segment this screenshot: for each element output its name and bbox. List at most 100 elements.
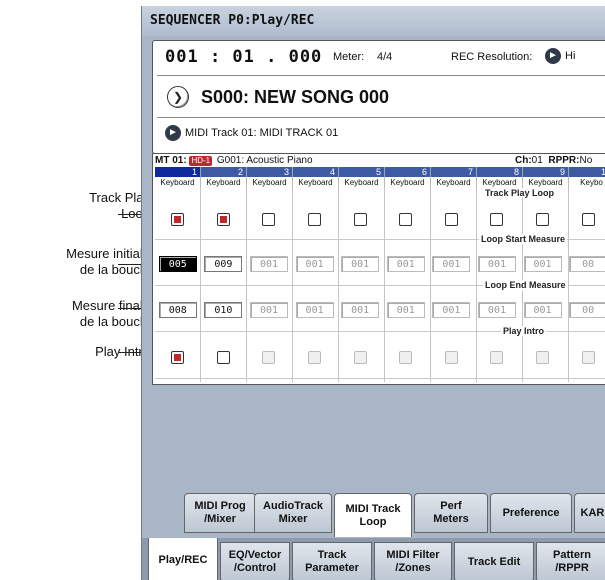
column-number[interactable]: 6 [385,167,431,177]
column-number[interactable]: 7 [431,167,477,177]
loop-start-measure-field[interactable]: 005 [158,256,197,272]
grid-cell: 008 [155,297,201,323]
track-play-loop-checkbox[interactable] [308,212,322,226]
grid-cell: 001 [429,297,475,323]
grid-cell: 001 [520,297,566,323]
rec-resolution-select[interactable]: ► Hi [545,48,575,64]
column-number[interactable]: 10 [569,167,605,177]
main-tab-bar: Play/REC EQ/Vector /Control Track Paramete… [142,538,605,580]
play-intro-checkbox[interactable] [171,350,185,364]
loop-start-measure-field[interactable]: 001 [295,256,334,272]
column-number[interactable]: 9 [523,167,569,177]
loop-start-measure-field[interactable]: 00 [569,256,605,272]
column-program: Keyboard [523,177,569,188]
grid-cell [337,344,383,370]
track-play-loop-checkbox[interactable] [444,212,458,226]
loop-end-measure-field[interactable]: 001 [432,302,471,318]
divider [155,378,605,379]
grid-cell [155,206,201,232]
song-position[interactable]: 001 : 01 . 000 [165,47,322,67]
track-play-loop-checkbox[interactable] [399,212,413,226]
callout-loop-end-measure: Mesure finale de la boucle [71,298,150,329]
track-play-loop-checkbox[interactable] [353,212,367,226]
track-play-loop-checkbox[interactable] [216,212,230,226]
tab-audio-track-mixer[interactable]: AudioTrack Mixer [254,493,332,533]
track-play-loop-row [155,206,605,232]
tab-track-edit[interactable]: Track Edit [454,542,534,580]
column-number[interactable]: 4 [293,167,339,177]
tab-midi-prog-mixer[interactable]: MIDI Prog /Mixer [184,493,256,533]
rec-resolution-value: Hi [565,50,576,62]
grid-cell [292,206,338,232]
tab-pattern-rppr[interactable]: Pattern /RPPR [536,542,605,580]
track-play-loop-checkbox[interactable] [581,212,595,226]
play-intro-checkbox[interactable] [216,350,230,364]
loop-end-measure-field[interactable]: 001 [341,302,380,318]
loop-start-measure-field[interactable]: 001 [477,256,516,272]
grid-cell [520,344,566,370]
sequencer-screen: SEQUENCER P0:Play/REC 001 : 01 . 000 Met… [141,6,605,580]
play-intro-checkbox[interactable] [262,350,276,364]
grid-cell: 001 [520,251,566,277]
tab-track-parameter[interactable]: Track Parameter [292,542,372,580]
tab-midi-filter-zones[interactable]: MIDI Filter /Zones [374,542,452,580]
tab-preference[interactable]: Preference [490,493,572,533]
loop-start-measure-field[interactable]: 001 [523,256,562,272]
track-select-row[interactable]: ► MIDI Track 01: MIDI TRACK 01 [165,125,338,141]
grid-header: MT 01: HD-1 G001: Acoustic Piano Ch:01 R… [155,155,605,167]
tab-eq-vector-control[interactable]: EQ/Vector /Control [220,542,290,580]
hd-badge: HD-1 [189,156,213,166]
loop-start-measure-field[interactable]: 001 [341,256,380,272]
midi-track-label: MT 01: [155,155,187,166]
loop-end-measure-field[interactable]: 010 [204,302,243,318]
sub-tab-bar: MIDI Prog /Mixer AudioTrack Mixer MIDI Tra… [142,493,605,539]
grid-cell [565,206,605,232]
meter-value[interactable]: 4/4 [377,51,392,63]
column-number[interactable]: 3 [247,167,293,177]
track-play-loop-checkbox[interactable] [262,212,276,226]
column-program: Keyboard [431,177,477,188]
tab-play-rec[interactable]: Play/REC [148,538,218,580]
play-intro-checkbox[interactable] [399,350,413,364]
column-program: Keyboard [477,177,523,188]
track-play-loop-checkbox[interactable] [171,212,185,226]
play-intro-checkbox[interactable] [581,350,595,364]
callout-loop-start-measure: Mesure initiale de la boucle [66,246,150,277]
song-select-button[interactable]: ❯ [167,86,189,108]
column-number[interactable]: 2 [201,167,247,177]
loop-end-measure-field[interactable]: 001 [249,302,288,318]
column-program: Keyboard [247,177,293,188]
grid-cell [383,344,429,370]
play-intro-checkbox[interactable] [308,350,322,364]
loop-end-measure-field[interactable]: 008 [158,302,197,318]
column-number[interactable]: 1 [155,167,201,177]
track-play-loop-checkbox[interactable] [490,212,504,226]
grid-cell: 010 [201,297,247,323]
tab-perf-meters[interactable]: Perf Meters [414,493,488,533]
grid-cell: 001 [337,251,383,277]
loop-start-measure-field[interactable]: 001 [432,256,471,272]
loop-end-measure-field[interactable]: 001 [295,302,334,318]
play-intro-checkbox[interactable] [444,350,458,364]
tab-midi-track-loop[interactable]: MIDI Track Loop [334,493,412,537]
grid-cell: 001 [474,251,520,277]
play-intro-checkbox[interactable] [353,350,367,364]
column-number[interactable]: 5 [339,167,385,177]
column-number[interactable]: 8 [477,167,523,177]
column-program: Keyboard [385,177,431,188]
play-intro-checkbox[interactable] [490,350,504,364]
section-label-play-intro: Play Intro [501,326,547,336]
tab-karma[interactable]: KARI [574,493,605,533]
loop-start-measure-field[interactable]: 001 [386,256,425,272]
loop-start-measure-field[interactable]: 001 [249,256,288,272]
loop-end-measure-field[interactable]: 001 [477,302,516,318]
loop-end-measure-field[interactable]: 001 [386,302,425,318]
track-select-label: MIDI Track 01: MIDI TRACK 01 [185,127,339,139]
loop-start-measure-field[interactable]: 009 [204,256,243,272]
section-label-loop-start: Loop Start Measure [479,234,568,244]
track-play-loop-checkbox[interactable] [536,212,550,226]
loop-end-measure-field[interactable]: 00 [569,302,605,318]
play-intro-checkbox[interactable] [536,350,550,364]
loop-end-measure-field[interactable]: 001 [523,302,562,318]
grid-cell [201,344,247,370]
